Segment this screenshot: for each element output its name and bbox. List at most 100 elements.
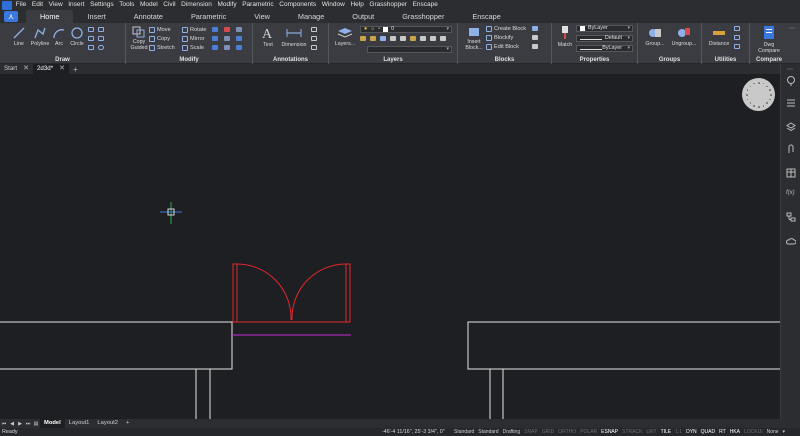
prev-layout-icon[interactable]: ◀ (8, 421, 16, 427)
properties-icon[interactable] (786, 98, 796, 108)
insert-block-button[interactable]: Insert Block... (462, 26, 486, 51)
layout-list-icon[interactable]: ▤ (32, 421, 40, 427)
menu-edit[interactable]: Edit (29, 0, 46, 10)
block-extra-tools[interactable] (532, 26, 546, 52)
menu-enscape[interactable]: Enscape (410, 0, 441, 10)
menu-tools[interactable]: Tools (116, 0, 137, 10)
menu-window[interactable]: Window (319, 0, 348, 10)
dwg-compare-button[interactable]: Dwg Compare (756, 25, 782, 54)
panel-menu-icon[interactable]: ⋯ (787, 66, 793, 73)
toggle-quad[interactable]: QUAD (699, 429, 717, 435)
ungroup-button[interactable]: Ungroup... (669, 26, 699, 47)
move-tool[interactable]: Move (149, 27, 171, 33)
next-layout-icon[interactable]: ▶ (16, 421, 24, 427)
menu-components[interactable]: Components (276, 0, 318, 10)
drawing-canvas[interactable] (0, 74, 780, 419)
tab-manage[interactable]: Manage (284, 10, 338, 23)
last-layout-icon[interactable]: ⏭ (24, 421, 32, 427)
lineweight-dropdown[interactable]: ByLayer ▾ (576, 45, 633, 52)
close-icon[interactable]: ✕ (59, 64, 65, 74)
layer-dropdown[interactable]: ● ☼ ▫ 0 ▾ (360, 26, 452, 33)
table-icon[interactable] (786, 168, 796, 178)
status-annotation-scale[interactable]: None (765, 429, 781, 435)
layout-tab-layout2[interactable]: Layout2 (93, 419, 122, 428)
utility-extra-tools[interactable] (734, 26, 746, 52)
blockify-tool[interactable]: Blockify (486, 35, 513, 41)
distance-button[interactable]: Distance (706, 26, 732, 47)
doc-tab-drawing[interactable]: 2d3d* ✕ (32, 64, 70, 74)
cloud-icon[interactable] (786, 236, 796, 246)
application-menu-button[interactable]: ⋏ (4, 11, 18, 22)
scale-tool[interactable]: Scale (182, 45, 204, 51)
tab-view[interactable]: View (240, 10, 284, 23)
annotation-extra-tools[interactable] (311, 27, 325, 53)
toggle-polar[interactable]: POLAR (578, 429, 599, 435)
tab-home[interactable]: Home (26, 10, 74, 23)
hierarchy-icon[interactable] (786, 212, 796, 222)
toggle-rt[interactable]: RT (717, 429, 728, 435)
close-icon[interactable]: ✕ (23, 64, 29, 74)
status-text-style[interactable]: Standard (452, 429, 476, 435)
tab-grasshopper[interactable]: Grasshopper (388, 10, 458, 23)
toggle-lockui[interactable]: LOCKUI (742, 429, 765, 435)
layout-tab-layout1[interactable]: Layout1 (65, 419, 94, 428)
toggle-scale[interactable]: 1:1 (673, 429, 684, 435)
text-tool[interactable]: A Text (259, 25, 277, 48)
tab-enscape[interactable]: Enscape (458, 10, 514, 23)
lightbulb-icon[interactable] (786, 76, 796, 86)
line-tool[interactable]: Line (10, 26, 28, 47)
create-block-tool[interactable]: Create Block (486, 26, 526, 32)
status-dim-style[interactable]: Standard (476, 429, 500, 435)
toggle-lwt[interactable]: LWT (644, 429, 658, 435)
tab-annotate[interactable]: Annotate (120, 10, 177, 23)
toggle-snap[interactable]: SNAP (522, 429, 540, 435)
stretch-tool[interactable]: Stretch (149, 45, 175, 51)
attach-icon[interactable] (786, 144, 796, 154)
menu-insert[interactable]: Insert (65, 0, 87, 10)
toggle-ortho[interactable]: ORTHO (556, 429, 578, 435)
menu-settings[interactable]: Settings (87, 0, 116, 10)
menu-help[interactable]: Help (348, 0, 367, 10)
toggle-grid[interactable]: GRID (540, 429, 557, 435)
polyline-tool[interactable]: Polyline (30, 26, 50, 47)
menu-modify[interactable]: Modify (215, 0, 240, 10)
arc-tool[interactable]: Arc (52, 26, 66, 47)
status-workspace[interactable]: Drafting (501, 429, 523, 435)
doc-tab-start[interactable]: Start ✕ (0, 64, 33, 74)
draw-extra-tools[interactable] (88, 27, 118, 51)
edit-block-tool[interactable]: Edit Block (486, 44, 519, 50)
mirror-tool[interactable]: Mirror (182, 36, 205, 42)
menu-parametric[interactable]: Parametric (239, 0, 276, 10)
new-tab-plus-icon[interactable]: + (73, 65, 78, 74)
match-properties-button[interactable]: Match (555, 25, 575, 48)
first-layout-icon[interactable]: ⏮ (0, 421, 8, 427)
layers-icon[interactable] (786, 122, 796, 132)
menu-model[interactable]: Model (137, 0, 160, 10)
status-menu-chevron-icon[interactable]: ▾ (781, 429, 788, 435)
copy-guided-tool[interactable]: Copy Guided (129, 26, 149, 51)
tab-insert[interactable]: Insert (73, 10, 119, 23)
dimension-tool[interactable]: Dimension (280, 25, 308, 48)
menu-dimension[interactable]: Dimension (178, 0, 214, 10)
ribbon-overflow-icon[interactable]: ⋯ (789, 25, 795, 32)
rotate-tool[interactable]: Rotate (182, 27, 206, 33)
layout-tab-model[interactable]: Model (40, 419, 65, 428)
tab-parametric[interactable]: Parametric (177, 10, 240, 23)
toggle-esnap[interactable]: ESNAP (599, 429, 620, 435)
menu-view[interactable]: View (46, 0, 66, 10)
nav-wheel-icon[interactable] (742, 78, 775, 111)
menu-grasshopper[interactable]: Grasshopper (367, 0, 410, 10)
layer-state-dropdown[interactable]: ▾ (367, 46, 452, 53)
toggle-tile[interactable]: TILE (659, 429, 674, 435)
fx-icon[interactable]: f(x) (786, 190, 796, 200)
add-layout-plus-icon[interactable]: + (122, 419, 133, 428)
toggle-dyn[interactable]: DYN (684, 429, 699, 435)
toggle-hka[interactable]: HKA (728, 429, 742, 435)
circle-tool[interactable]: Circle (68, 26, 86, 47)
group-button[interactable]: Group... (643, 26, 667, 47)
layer-tools-row-1[interactable] (360, 36, 452, 44)
tab-output[interactable]: Output (338, 10, 388, 23)
linetype-dropdown[interactable]: Default ▾ (576, 35, 633, 42)
copy-tool[interactable]: Copy (149, 36, 170, 42)
color-dropdown[interactable]: ByLayer ▾ (576, 25, 633, 32)
